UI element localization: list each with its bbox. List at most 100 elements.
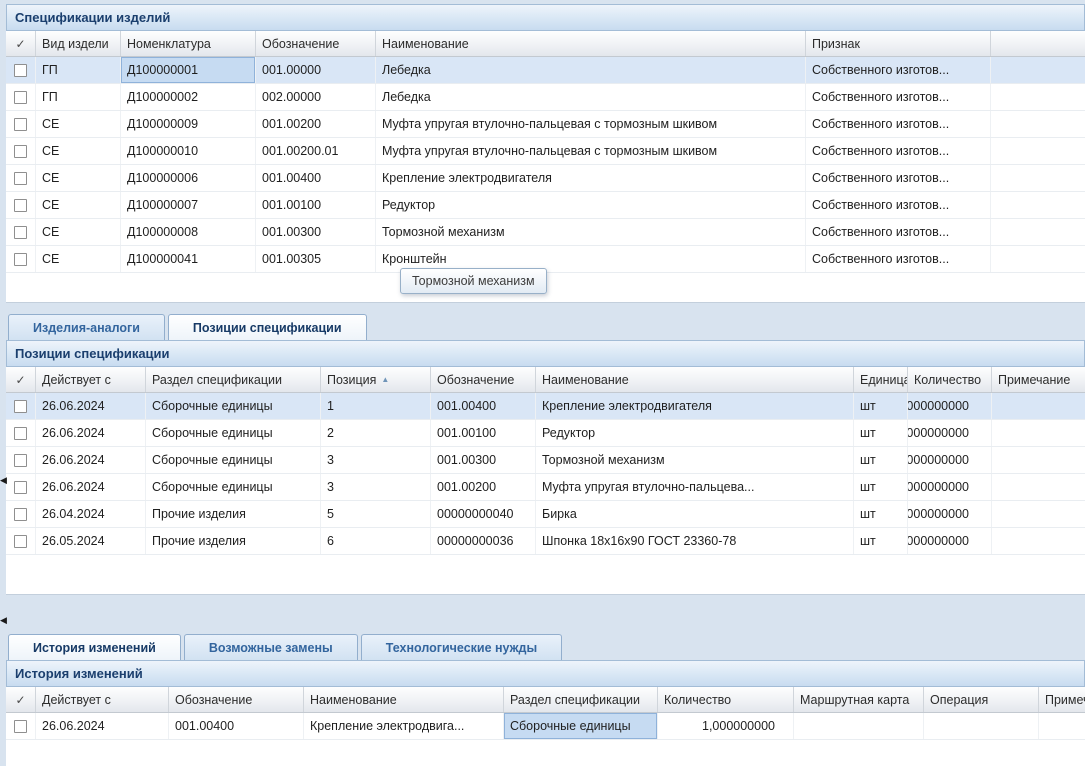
row-checkbox[interactable] (14, 427, 27, 440)
cell-section[interactable]: Сборочные единицы (146, 447, 321, 473)
cell-quantity[interactable]: 1,000000000 (658, 713, 794, 739)
spec-row[interactable]: СЕ Д100000009 001.00200 Муфта упругая вт… (6, 111, 1085, 138)
select-all-header-cell[interactable]: ✓ (6, 367, 36, 392)
cell-designation[interactable]: 001.00400 (169, 713, 304, 739)
cell-quantity[interactable]: 1,000000000 (908, 420, 992, 446)
cell-nomenclature[interactable]: Д100000041 (121, 246, 256, 272)
col-header-position[interactable]: Позиция ▲ (321, 367, 431, 392)
cell-designation[interactable]: 001.00200 (256, 111, 376, 137)
cell-position[interactable]: 2 (321, 420, 431, 446)
row-select-cell[interactable] (6, 138, 36, 164)
col-header-note[interactable]: Примечание (992, 367, 1085, 392)
position-row[interactable]: 26.06.2024 Сборочные единицы 1 001.00400… (6, 393, 1085, 420)
cell-designation[interactable]: 00000000040 (431, 501, 536, 527)
position-row[interactable]: 26.06.2024 Сборочные единицы 3 001.00300… (6, 447, 1085, 474)
row-checkbox[interactable] (14, 535, 27, 548)
cell-section[interactable]: Сборочные единицы (504, 713, 658, 739)
cell-attribute[interactable]: Собственного изготов... (806, 246, 991, 272)
row-checkbox[interactable] (14, 145, 27, 158)
col-header-designation[interactable]: Обозначение (256, 31, 376, 56)
cell-name[interactable]: Лебедка (376, 84, 806, 110)
cell-effective-date[interactable]: 26.06.2024 (36, 420, 146, 446)
splitter-collapse-icon[interactable]: ◀ (0, 472, 12, 488)
cell-attribute[interactable]: Собственного изготов... (806, 84, 991, 110)
row-select-cell[interactable] (6, 192, 36, 218)
row-checkbox[interactable] (14, 199, 27, 212)
spec-row[interactable]: ГП Д100000001 001.00000 Лебедка Собствен… (6, 57, 1085, 84)
col-header-note[interactable]: Примечание (1039, 687, 1085, 712)
cell-unit[interactable]: шт (854, 447, 908, 473)
col-header-route-map[interactable]: Маршрутная карта (794, 687, 924, 712)
cell-product-kind[interactable]: СЕ (36, 219, 121, 245)
cell-section[interactable]: Сборочные единицы (146, 474, 321, 500)
cell-unit[interactable]: шт (854, 501, 908, 527)
cell-section[interactable]: Прочие изделия (146, 528, 321, 554)
row-select-cell[interactable] (6, 713, 36, 739)
cell-position[interactable]: 1 (321, 393, 431, 419)
row-select-cell[interactable] (6, 219, 36, 245)
cell-nomenclature[interactable]: Д100000001 (121, 57, 256, 83)
col-header-nomenclature[interactable]: Номенклатура (121, 31, 256, 56)
cell-section[interactable]: Сборочные единицы (146, 420, 321, 446)
spec-row[interactable]: СЕ Д100000007 001.00100 Редуктор Собстве… (6, 192, 1085, 219)
cell-unit[interactable]: шт (854, 393, 908, 419)
row-checkbox[interactable] (14, 481, 27, 494)
cell-unit[interactable]: шт (854, 474, 908, 500)
row-checkbox[interactable] (14, 253, 27, 266)
cell-quantity[interactable]: 1,000000000 (908, 501, 992, 527)
col-header-product-kind[interactable]: Вид издели (36, 31, 121, 56)
cell-nomenclature[interactable]: Д100000002 (121, 84, 256, 110)
col-header-quantity[interactable]: Количество (658, 687, 794, 712)
cell-attribute[interactable]: Собственного изготов... (806, 57, 991, 83)
row-select-cell[interactable] (6, 447, 36, 473)
col-header-effective-date[interactable]: Действует с (36, 687, 169, 712)
cell-attribute[interactable]: Собственного изготов... (806, 219, 991, 245)
col-header-name[interactable]: Наименование (536, 367, 854, 392)
col-header-designation[interactable]: Обозначение (169, 687, 304, 712)
row-checkbox[interactable] (14, 508, 27, 521)
cell-note[interactable] (992, 393, 1085, 419)
col-header-section[interactable]: Раздел спецификации (504, 687, 658, 712)
cell-effective-date[interactable]: 26.06.2024 (36, 713, 169, 739)
cell-product-kind[interactable]: СЕ (36, 165, 121, 191)
cell-name[interactable]: Крепление электродвигателя (536, 393, 854, 419)
cell-designation[interactable]: 001.00000 (256, 57, 376, 83)
cell-note[interactable] (992, 528, 1085, 554)
cell-name[interactable]: Тормозной механизм (536, 447, 854, 473)
select-all-header-cell[interactable]: ✓ (6, 687, 36, 712)
col-header-attribute[interactable]: Признак (806, 31, 991, 56)
cell-quantity[interactable]: 1,000000000 (908, 447, 992, 473)
cell-designation[interactable]: 001.00200 (431, 474, 536, 500)
tab-analog-products[interactable]: Изделия-аналоги (8, 314, 165, 340)
col-header-section[interactable]: Раздел спецификации (146, 367, 321, 392)
cell-name[interactable]: Шпонка 18х16х90 ГОСТ 23360-78 (536, 528, 854, 554)
col-header-quantity[interactable]: Количество (908, 367, 992, 392)
cell-nomenclature[interactable]: Д100000009 (121, 111, 256, 137)
spec-row[interactable]: ГП Д100000002 002.00000 Лебедка Собствен… (6, 84, 1085, 111)
cell-product-kind[interactable]: ГП (36, 57, 121, 83)
spec-row[interactable]: СЕ Д100000008 001.00300 Тормозной механи… (6, 219, 1085, 246)
row-select-cell[interactable] (6, 393, 36, 419)
position-row[interactable]: 26.06.2024 Сборочные единицы 3 001.00200… (6, 474, 1085, 501)
cell-effective-date[interactable]: 26.04.2024 (36, 501, 146, 527)
tab-possible-replacements[interactable]: Возможные замены (184, 634, 358, 660)
cell-attribute[interactable]: Собственного изготов... (806, 138, 991, 164)
col-header-name[interactable]: Наименование (376, 31, 806, 56)
cell-name[interactable]: Бирка (536, 501, 854, 527)
cell-name[interactable]: Крепление электродвигателя (376, 165, 806, 191)
row-select-cell[interactable] (6, 165, 36, 191)
cell-name[interactable]: Редуктор (376, 192, 806, 218)
cell-designation[interactable]: 001.00305 (256, 246, 376, 272)
cell-product-kind[interactable]: СЕ (36, 111, 121, 137)
col-header-designation[interactable]: Обозначение (431, 367, 536, 392)
row-select-cell[interactable] (6, 84, 36, 110)
cell-nomenclature[interactable]: Д100000008 (121, 219, 256, 245)
position-row[interactable]: 26.06.2024 Сборочные единицы 2 001.00100… (6, 420, 1085, 447)
position-row[interactable]: 26.05.2024 Прочие изделия 6 00000000036 … (6, 528, 1085, 555)
row-select-cell[interactable] (6, 111, 36, 137)
cell-position[interactable]: 3 (321, 447, 431, 473)
row-checkbox[interactable] (14, 118, 27, 131)
row-select-cell[interactable] (6, 501, 36, 527)
cell-designation[interactable]: 001.00100 (256, 192, 376, 218)
cell-designation[interactable]: 001.00100 (431, 420, 536, 446)
